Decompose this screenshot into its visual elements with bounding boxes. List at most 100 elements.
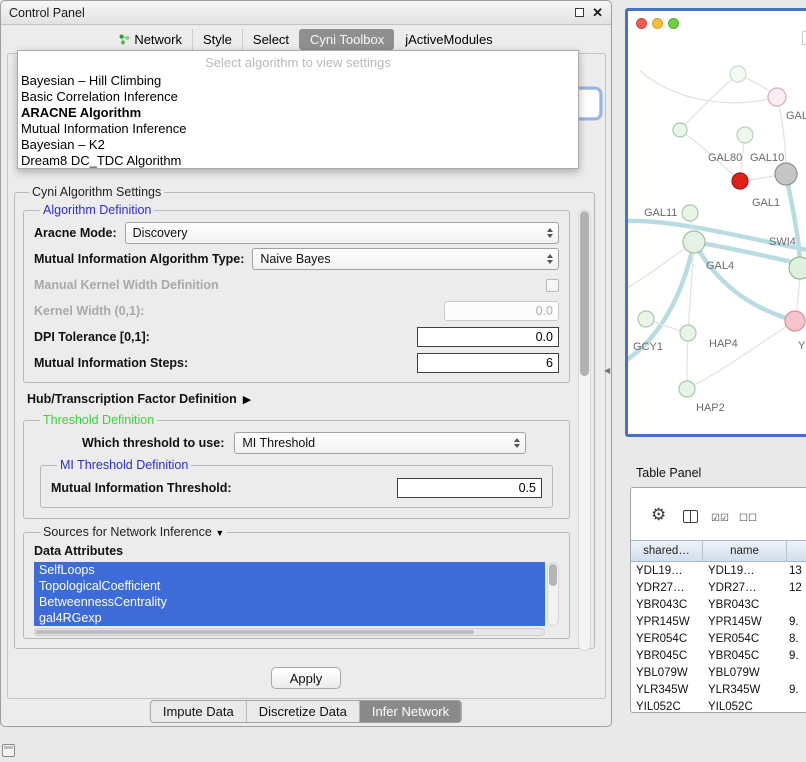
- tab-style[interactable]: Style: [192, 29, 242, 50]
- network-node[interactable]: [673, 123, 687, 137]
- table-cell: YIL052C: [631, 701, 703, 713]
- unchecked-rows-icon[interactable]: ☐☐: [739, 513, 757, 524]
- table-column-header[interactable]: name: [703, 541, 787, 561]
- network-node[interactable]: [680, 325, 696, 341]
- algorithm-option[interactable]: Dream8 DC_TDC Algorithm: [18, 153, 578, 169]
- table-column-header[interactable]: [787, 541, 806, 561]
- gear-icon[interactable]: ⚙: [651, 506, 666, 523]
- close-icon[interactable]: ✕: [592, 6, 603, 19]
- network-node[interactable]: [775, 163, 797, 185]
- data-attribute-item[interactable]: TopologicalCoefficient: [34, 578, 545, 594]
- tab-select[interactable]: Select: [242, 29, 299, 50]
- minimized-panel-icon[interactable]: [2, 744, 15, 757]
- data-attribute-item[interactable]: SelfLoops: [34, 562, 545, 578]
- table-row[interactable]: YDL19…YDL19…13: [631, 562, 806, 579]
- data-attribute-item[interactable]: BetweennessCentrality: [34, 594, 545, 610]
- manual-kernel-checkbox[interactable]: [546, 279, 559, 292]
- kernel-width-label: Kernel Width (0,1):: [34, 304, 144, 318]
- attributes-vscrollbar[interactable]: [547, 562, 559, 626]
- attributes-hscrollbar[interactable]: [34, 628, 545, 636]
- table-row[interactable]: YPR145WYPR145W9.: [631, 613, 806, 630]
- tab-jactivemodules[interactable]: jActiveModules: [394, 29, 502, 50]
- table-row[interactable]: YLR345WYLR345W9.: [631, 681, 806, 698]
- checked-rows-icon[interactable]: ☑☑: [711, 513, 729, 524]
- algorithm-dropdown-list: Bayesian – Hill ClimbingBasic Correlatio…: [18, 73, 578, 169]
- network-edge: [687, 321, 795, 389]
- tab-label: Network: [134, 32, 182, 47]
- control-panel-titlebar: Control Panel ✕: [1, 1, 611, 25]
- mi-threshold-label: Mutual Information Threshold:: [51, 481, 232, 495]
- table-row[interactable]: YBL079WYBL079W: [631, 664, 806, 681]
- settings-scroll-thumb[interactable]: [580, 211, 589, 376]
- columns-icon[interactable]: [683, 510, 698, 523]
- table-row[interactable]: YER054CYER054C8.: [631, 630, 806, 647]
- table-row[interactable]: YBR043CYBR043C: [631, 596, 806, 613]
- which-threshold-select[interactable]: MI Threshold: [234, 432, 526, 454]
- table-row[interactable]: YIL052CYIL052C: [631, 698, 806, 713]
- network-node[interactable]: [638, 311, 654, 327]
- network-node[interactable]: [732, 173, 748, 189]
- network-node[interactable]: [789, 257, 806, 279]
- table-cell: YER054C: [703, 633, 787, 645]
- network-node-label: HAP2: [696, 402, 725, 414]
- panel-collapse-arrow[interactable]: ◀: [604, 366, 610, 375]
- kernel-width-input[interactable]: [444, 301, 559, 321]
- mi-steps-input[interactable]: [417, 353, 559, 373]
- close-traffic-icon[interactable]: [636, 18, 647, 29]
- which-threshold-row: Which threshold to use: MI Threshold: [34, 430, 559, 456]
- which-threshold-value: MI Threshold: [242, 436, 315, 450]
- network-node[interactable]: [682, 205, 698, 221]
- network-tab-icon: [119, 34, 130, 45]
- algorithm-option[interactable]: ARACNE Algorithm: [18, 105, 578, 121]
- network-node[interactable]: [785, 311, 805, 331]
- bottom-tab-bar: Impute DataDiscretize DataInfer Network: [150, 700, 462, 723]
- table-column-header[interactable]: shared…: [631, 541, 703, 561]
- mi-type-select[interactable]: Naive Bayes: [252, 248, 559, 270]
- algorithm-option[interactable]: Basic Correlation Inference: [18, 89, 578, 105]
- sources-legend[interactable]: Sources for Network Inference ▼: [40, 525, 227, 539]
- bottom-tab-infer-network[interactable]: Infer Network: [360, 701, 461, 722]
- network-node[interactable]: [737, 127, 753, 143]
- mi-type-label: Mutual Information Algorithm Type:: [34, 252, 244, 266]
- tab-label: jActiveModules: [405, 32, 492, 47]
- table-cell: 9.: [787, 684, 806, 696]
- data-attribute-item[interactable]: gal4RGexp: [34, 610, 545, 626]
- network-node[interactable]: [679, 381, 695, 397]
- network-node[interactable]: [768, 88, 786, 106]
- algorithm-option[interactable]: Bayesian – K2: [18, 137, 578, 153]
- algorithm-option[interactable]: Bayesian – Hill Climbing: [18, 73, 578, 89]
- tab-label: Cyni Toolbox: [310, 32, 384, 47]
- minimize-traffic-icon[interactable]: [652, 18, 663, 29]
- network-canvas[interactable]: GAL80GAL10GAL11GAL1SWI4GAL4GCY1HAP4HAP2Y…: [628, 11, 806, 434]
- tab-cyni-toolbox[interactable]: Cyni Toolbox: [299, 29, 394, 50]
- dpi-tolerance-input[interactable]: [417, 327, 559, 347]
- table-cell: YBL079W: [631, 667, 703, 679]
- table-cell: YER054C: [631, 633, 703, 645]
- mi-threshold-input[interactable]: [397, 478, 542, 498]
- apply-button[interactable]: Apply: [271, 667, 341, 689]
- bottom-tab-discretize-data[interactable]: Discretize Data: [247, 701, 360, 722]
- algorithm-option[interactable]: Mutual Information Inference: [18, 121, 578, 137]
- table-row[interactable]: YDR27…YDR27…12: [631, 579, 806, 596]
- window-traffic-lights: [636, 18, 679, 29]
- attributes-hscroll-thumb[interactable]: [36, 630, 474, 634]
- aracne-mode-select[interactable]: Discovery: [125, 222, 559, 244]
- which-threshold-label: Which threshold to use:: [82, 436, 224, 450]
- attributes-vscroll-thumb[interactable]: [549, 564, 557, 586]
- table-toolbar: ⚙ ☑☑ ☐☐: [631, 488, 806, 540]
- mi-type-row: Mutual Information Algorithm Type: Naive…: [34, 246, 559, 272]
- table-panel-title: Table Panel: [636, 466, 701, 480]
- mi-steps-label: Mutual Information Steps:: [34, 356, 188, 370]
- sources-group: Sources for Network Inference ▼ Data Att…: [23, 525, 570, 639]
- bottom-tab-impute-data[interactable]: Impute Data: [151, 701, 247, 722]
- hub-definition-toggle[interactable]: Hub/Transcription Factor Definition ▶: [27, 392, 568, 406]
- float-window-icon[interactable]: [575, 8, 584, 17]
- network-node[interactable]: [730, 66, 746, 82]
- table-row[interactable]: YBR045CYBR045C9.: [631, 647, 806, 664]
- settings-scrollbar[interactable]: [578, 209, 591, 651]
- table-cell: YPR145W: [631, 616, 703, 628]
- network-node[interactable]: [683, 231, 705, 253]
- zoom-traffic-icon[interactable]: [668, 18, 679, 29]
- network-node-label: GAL11: [644, 207, 677, 219]
- tab-network[interactable]: Network: [109, 29, 192, 50]
